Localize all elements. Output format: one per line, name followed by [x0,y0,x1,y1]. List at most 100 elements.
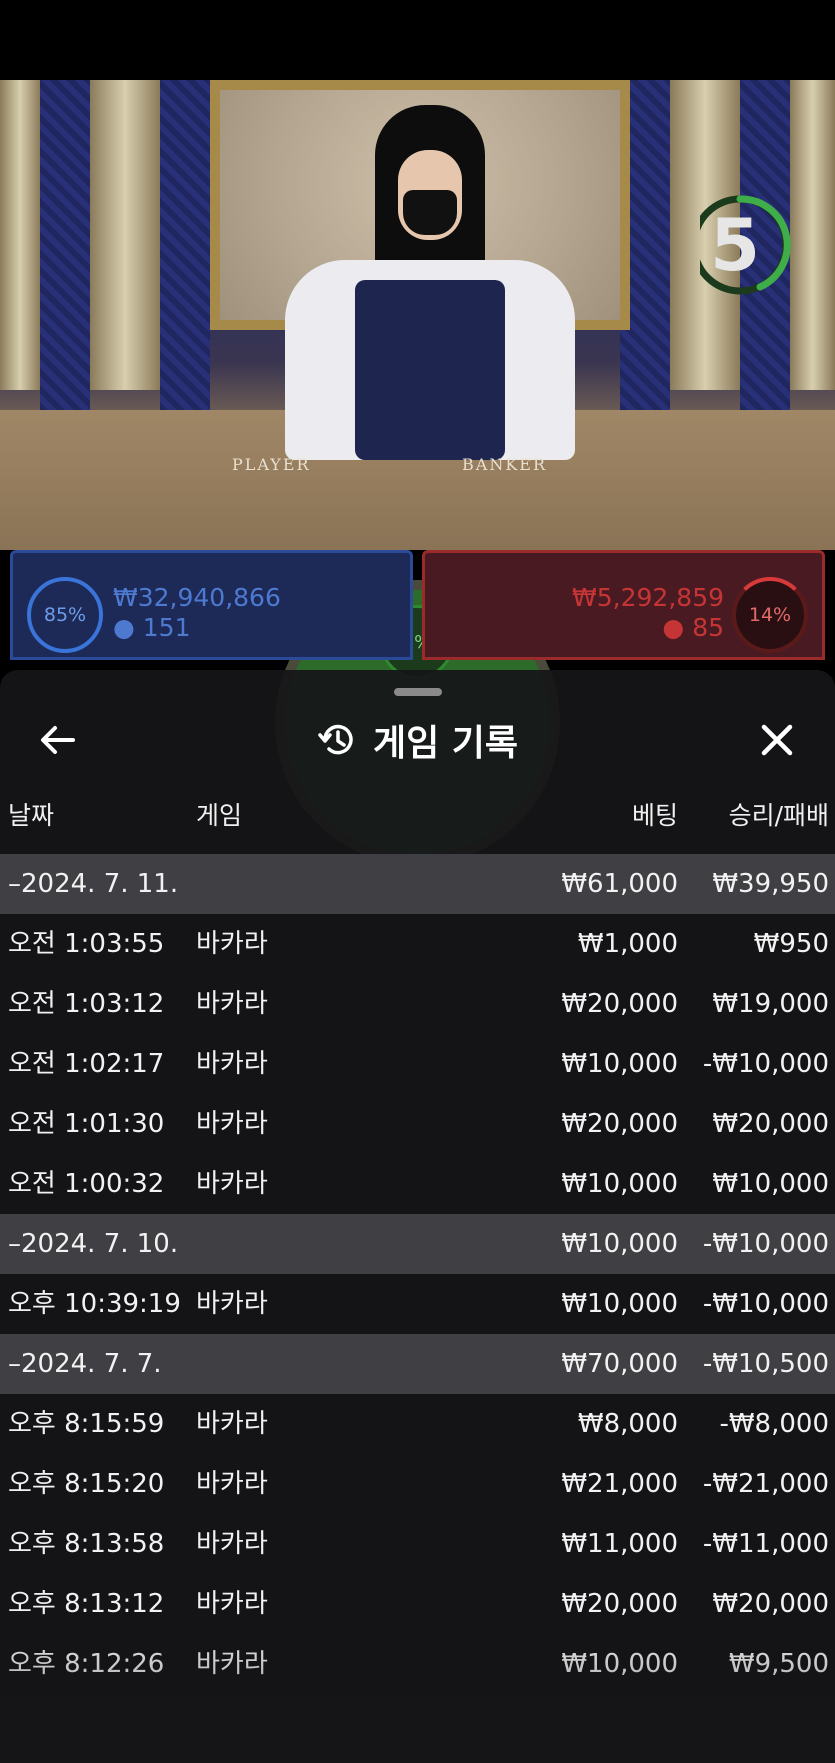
banker-count-value: 85 [692,613,724,642]
row-game: 바카라 [196,1109,268,1139]
banker-bet-amount: ₩5,292,859 [572,583,724,612]
date-group-row[interactable]: –2024. 7. 11. ₩61,000 ₩39,950 [0,854,835,914]
row-time: 오후 8:15:59 [8,1409,165,1439]
row-bet: ₩10,000 [561,1229,678,1259]
row-bet: ₩20,000 [561,989,678,1019]
row-result: -₩11,000 [702,1529,829,1559]
history-row[interactable]: 오전 1:00:32 바카라 ₩10,000 ₩10,000 [0,1154,835,1214]
history-row[interactable]: 오후 8:15:20 바카라 ₩21,000 -₩21,000 [0,1454,835,1514]
dealer-vest [355,280,505,460]
row-time: 오전 1:01:30 [8,1109,165,1139]
history-row[interactable]: 오후 10:39:19 바카라 ₩10,000 -₩10,000 [0,1274,835,1334]
row-result: -₩10,500 [702,1349,829,1379]
row-result: ₩39,950 [712,869,829,899]
row-result: -₩21,000 [702,1469,829,1499]
banker-bettor-count: ● 85 [662,613,724,642]
row-game: 바카라 [196,1529,268,1559]
column-result: 승리/패배 [728,801,829,830]
row-time: 오전 1:00:32 [8,1169,165,1199]
player-bet-stat: 85% ₩32,940,866 ● 151 [10,550,413,660]
row-bet: ₩21,000 [561,1469,678,1499]
close-button[interactable] [755,718,799,762]
date-group-row[interactable]: –2024. 7. 10. ₩10,000 -₩10,000 [0,1214,835,1274]
row-date: –2024. 7. 7. [8,1349,162,1379]
row-result: ₩9,500 [728,1649,829,1679]
row-result: ₩20,000 [712,1109,829,1139]
row-bet: ₩10,000 [561,1169,678,1199]
history-row[interactable]: 오후 8:15:59 바카라 ₩8,000 -₩8,000 [0,1394,835,1454]
row-game: 바카라 [196,1589,268,1619]
row-date: –2024. 7. 11. [8,869,179,899]
row-game: 바카라 [196,929,268,959]
wall-panel [40,80,90,410]
row-result: -₩10,000 [702,1229,829,1259]
live-dealer-video: PLAYER BANKER 5 [0,80,835,550]
row-game: 바카라 [196,1409,268,1439]
player-percent-ring: 85% [27,577,103,653]
row-game: 바카라 [196,1649,268,1679]
row-time: 오후 8:12:26 [8,1649,165,1679]
date-group-row[interactable]: –2024. 7. 7. ₩70,000 -₩10,500 [0,1334,835,1394]
column-game: 게임 [196,801,243,830]
dealer-mask [403,190,457,235]
column-bet: 베팅 [631,801,678,830]
row-result: -₩10,000 [702,1289,829,1319]
column-headers: 날짜 게임 베팅 승리/패배 [0,796,835,840]
sheet-title-group: 게임 기록 [0,710,835,770]
row-bet: ₩20,000 [561,1589,678,1619]
row-time: 오후 8:15:20 [8,1469,165,1499]
row-time: 오후 10:39:19 [8,1289,181,1319]
row-result: ₩950 [753,929,829,959]
arrow-left-icon [41,726,75,754]
close-icon [761,724,793,756]
player-felt-label: PLAYER [232,455,311,474]
row-game: 바카라 [196,1049,268,1079]
row-time: 오후 8:13:58 [8,1529,165,1559]
row-time: 오전 1:03:55 [8,929,165,959]
pillar [0,80,40,390]
row-result: -₩10,000 [702,1049,829,1079]
history-row[interactable]: 오후 8:12:26 바카라 ₩10,000 ₩9,500 [0,1634,835,1694]
row-bet: ₩20,000 [561,1109,678,1139]
row-game: 바카라 [196,1469,268,1499]
row-bet: ₩10,000 [561,1649,678,1679]
history-row[interactable]: 오후 8:13:58 바카라 ₩11,000 -₩11,000 [0,1514,835,1574]
sheet-header: 게임 기록 [0,710,835,770]
player-count-value: 151 [142,613,191,642]
row-bet: ₩61,000 [561,869,678,899]
pillar [90,80,160,390]
banker-bet-stat: ₩5,292,859 ● 85 14% [422,550,825,660]
banker-felt-label: BANKER [462,455,547,474]
row-result: ₩19,000 [712,989,829,1019]
row-time: 오전 1:03:12 [8,989,165,1019]
row-result: ₩10,000 [712,1169,829,1199]
status-bar [0,0,835,80]
person-icon: ● [113,613,135,642]
back-button[interactable] [36,718,80,762]
timer-value: 5 [709,203,761,287]
row-result: -₩8,000 [719,1409,829,1439]
row-game: 바카라 [196,1169,268,1199]
row-time: 오후 8:13:12 [8,1589,165,1619]
history-row[interactable]: 오전 1:01:30 바카라 ₩20,000 ₩20,000 [0,1094,835,1154]
history-row[interactable]: 오전 1:03:12 바카라 ₩20,000 ₩19,000 [0,974,835,1034]
history-row[interactable]: 오후 8:13:12 바카라 ₩20,000 ₩20,000 [0,1574,835,1634]
wall-panel [160,80,210,410]
history-row[interactable]: 오전 1:02:17 바카라 ₩10,000 -₩10,000 [0,1034,835,1094]
row-bet: ₩70,000 [561,1349,678,1379]
history-icon [318,724,353,755]
row-time: 오전 1:02:17 [8,1049,165,1079]
banker-percent-ring: 14% [732,577,808,653]
row-bet: ₩10,000 [561,1289,678,1319]
game-history-sheet: 게임 기록 날짜 게임 베팅 승리/패배 –2024. 7. 11. ₩61,0… [0,670,835,1763]
drag-handle[interactable] [394,688,442,696]
row-result: ₩20,000 [712,1589,829,1619]
row-bet: ₩11,000 [561,1529,678,1559]
row-bet: ₩1,000 [577,929,678,959]
row-game: 바카라 [196,989,268,1019]
history-row[interactable]: 오전 1:03:55 바카라 ₩1,000 ₩950 [0,914,835,974]
player-bet-amount: ₩32,940,866 [113,583,281,612]
person-icon: ● [662,613,685,642]
countdown-timer: 5 [700,190,800,300]
sheet-title: 게임 기록 [372,723,518,764]
